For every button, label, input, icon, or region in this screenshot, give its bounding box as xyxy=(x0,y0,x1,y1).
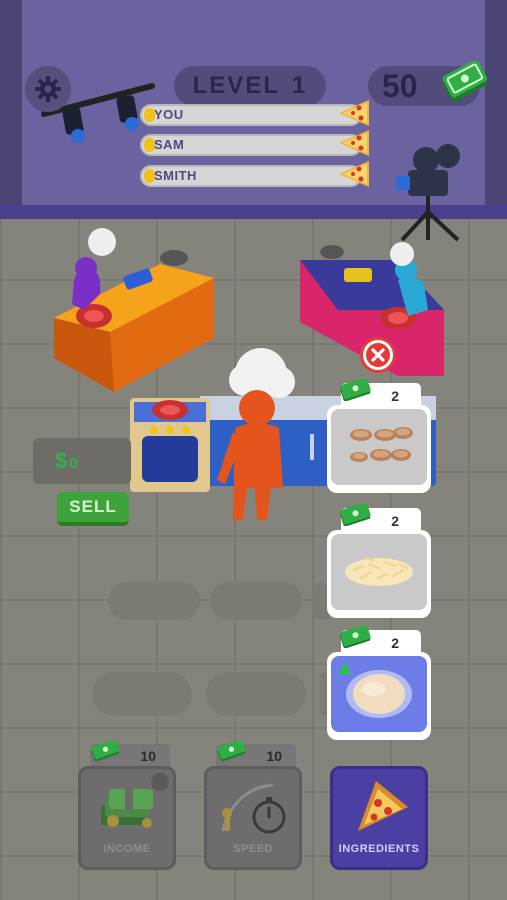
grated-cheese-icon xyxy=(345,557,413,586)
close-icon xyxy=(366,343,390,367)
cash-icon xyxy=(340,379,371,401)
upgrade-speed-button[interactable]: 10 SPEED xyxy=(204,741,302,874)
pizza-slice-icon xyxy=(339,130,369,156)
ingredient-slot xyxy=(331,534,427,610)
ingredient-card-sausage[interactable]: 2 xyxy=(327,379,431,495)
race-row-sam: SAM xyxy=(140,130,369,156)
cash-stack-icon xyxy=(101,787,153,828)
pizza-slice-icon xyxy=(358,781,408,831)
player-chef xyxy=(217,348,295,520)
film-camera-icon xyxy=(396,144,460,242)
placement-slot[interactable] xyxy=(92,672,192,716)
close-button[interactable] xyxy=(360,337,396,373)
settings-button[interactable] xyxy=(25,66,71,112)
racer-name: YOU xyxy=(154,107,184,122)
cash-amount: 0 xyxy=(69,454,78,472)
stopwatch-icon xyxy=(221,783,286,834)
ingredient-card-dough[interactable]: 2 xyxy=(327,626,431,742)
racer-name: SAM xyxy=(154,137,185,152)
upgrade-label: SPEED xyxy=(233,843,273,855)
ingredient-card-cheese[interactable]: 2 xyxy=(327,504,431,620)
level-number: 1 xyxy=(291,72,308,99)
race-row-you: YOU xyxy=(140,100,369,126)
level-label: LEVEL xyxy=(192,72,280,99)
money-amount: 50 xyxy=(382,67,418,104)
sell-button[interactable]: SELL xyxy=(57,492,129,526)
cash-icon xyxy=(340,504,371,526)
upgrade-income-button[interactable]: 10 INCOME xyxy=(78,741,176,874)
ingredient-price: 2 xyxy=(391,513,399,529)
cash-icon xyxy=(340,626,371,648)
arrow-up-icon xyxy=(339,662,351,674)
pizza-slice-icon xyxy=(339,161,369,187)
racer-name: SMITH xyxy=(154,168,197,183)
cash-icon xyxy=(91,741,120,761)
dough-ball-icon xyxy=(346,670,412,718)
cash-icon xyxy=(217,741,246,761)
upgrade-label: INGREDIENTS xyxy=(338,843,420,855)
gear-icon xyxy=(35,76,61,102)
ingredient-price: 2 xyxy=(391,388,399,404)
upgrade-label: INCOME xyxy=(103,843,151,855)
upgrade-price-tag: 10 xyxy=(90,741,170,768)
placement-slot[interactable] xyxy=(210,582,302,620)
upgrade-price-tag: 10 xyxy=(216,741,296,768)
dollar-icon: $ xyxy=(55,448,68,473)
ingredient-price: 2 xyxy=(391,635,399,651)
pizza-slice-icon xyxy=(339,100,369,126)
sausage-slices-icon xyxy=(350,427,413,462)
cash-register: $ 0 xyxy=(33,438,131,484)
upgrade-ingredients-button[interactable]: INGREDIENTS xyxy=(330,744,428,874)
race-row-smith: SMITH xyxy=(140,161,369,187)
upgrade-price: 10 xyxy=(266,748,282,764)
level-indicator: LEVEL 1 xyxy=(174,66,326,106)
placement-slot[interactable] xyxy=(206,672,306,716)
placement-slot[interactable] xyxy=(108,582,200,620)
cash-stack-icon xyxy=(442,61,488,102)
ingredient-slot xyxy=(331,409,427,485)
rival-station-left xyxy=(54,228,214,392)
upgrade-price: 10 xyxy=(140,748,156,764)
ingredient-slot-selected xyxy=(331,656,427,732)
